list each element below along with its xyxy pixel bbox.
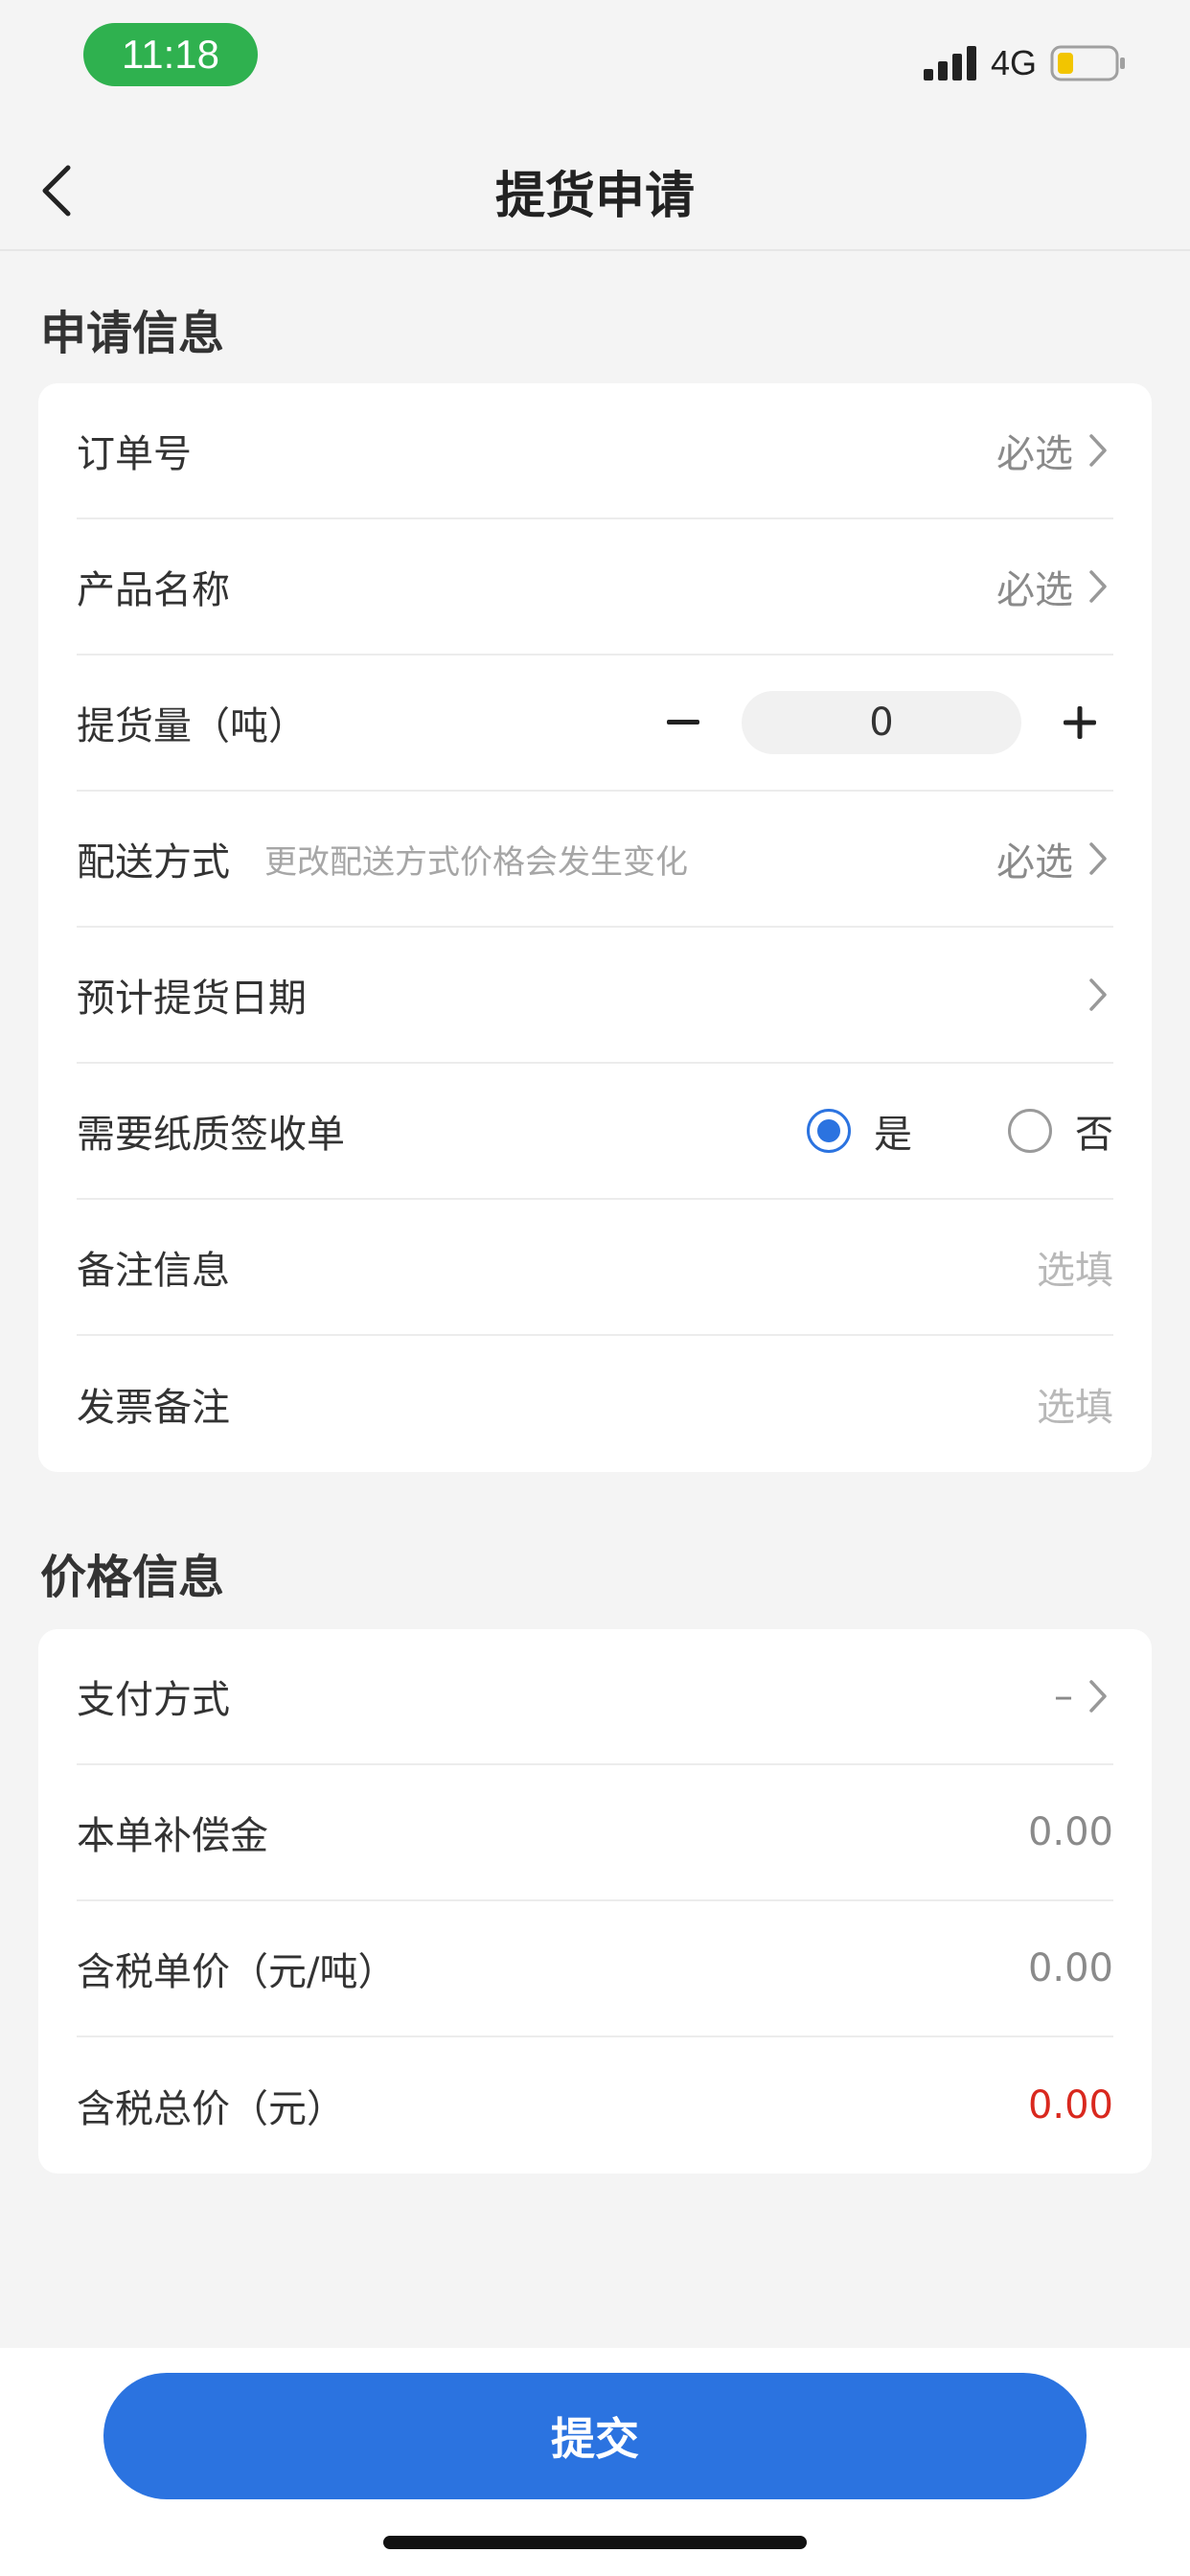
delivery-value: 必选 [996,840,1073,885]
quantity-stepper: 0 [650,689,1113,756]
chevron-right-icon [1088,567,1113,606]
price-section-title: 价格信息 [40,1551,225,1604]
invoice-remark-label: 发票备注 [77,1386,230,1430]
invoice-remark-row[interactable]: 发票备注 选填 [77,1336,1113,1472]
total-price-row: 含税总价（元） 0.00 [77,2037,1113,2174]
payment-value: – [1054,1674,1073,1718]
minus-icon [667,720,699,724]
chevron-right-icon [1088,1677,1113,1715]
delivery-label: 配送方式 [77,840,230,885]
network-label: 4G [990,43,1037,82]
chevron-right-icon [1088,840,1113,878]
plus-icon [1064,706,1096,739]
radio-yes-label: 是 [874,1113,912,1157]
status-bar: 11:18 4G [0,0,1190,115]
apply-section-title: 申请信息 [40,307,225,360]
compensation-value: 0.00 [1027,1810,1113,1854]
product-name-row[interactable]: 产品名称 必选 [77,519,1113,656]
delivery-row[interactable]: 配送方式 更改配送方式价格会发生变化 必选 [77,792,1113,928]
compensation-row: 本单补偿金 0.00 [77,1765,1113,1901]
submit-button[interactable]: 提交 [103,2373,1087,2499]
remark-input[interactable]: 选填 [1037,1239,1113,1295]
chevron-right-icon [1088,976,1113,1014]
quantity-label: 提货量（吨） [77,704,307,748]
remark-label: 备注信息 [77,1249,230,1293]
bottom-bar: 提交 [0,2348,1190,2576]
compensation-label: 本单补偿金 [77,1814,268,1858]
home-indicator [383,2536,807,2549]
remark-row[interactable]: 备注信息 选填 [77,1200,1113,1336]
paper-receipt-label: 需要纸质签收单 [77,1113,345,1157]
radio-yes[interactable]: 是 [807,1103,912,1159]
total-price-value: 0.00 [1027,2083,1113,2128]
invoice-remark-input[interactable]: 选填 [1037,1376,1113,1432]
paper-receipt-row: 需要纸质签收单 是 否 [77,1064,1113,1200]
increase-button[interactable] [1046,689,1113,756]
payment-row[interactable]: 支付方式 – [77,1629,1113,1765]
order-no-label: 订单号 [77,432,192,476]
unit-price-row: 含税单价（元/吨） 0.00 [77,1901,1113,2037]
status-time: 11:18 [83,23,258,86]
signal-icon [923,46,976,80]
product-name-value: 必选 [996,568,1073,612]
chevron-right-icon [1088,431,1113,470]
paper-receipt-radio-group: 是 否 [807,1103,1113,1159]
decrease-button[interactable] [650,689,717,756]
price-card: 支付方式 – 本单补偿金 0.00 含税单价（元/吨） 0.00 含税总价（元）… [38,1629,1152,2174]
payment-label: 支付方式 [77,1678,230,1722]
unit-price-label: 含税单价（元/吨） [77,1950,397,1994]
page-title: 提货申请 [494,168,695,225]
pickup-date-row[interactable]: 预计提货日期 [77,928,1113,1064]
radio-unchecked-icon [1008,1109,1052,1153]
status-icons: 4G [923,42,1127,84]
quantity-row: 提货量（吨） 0 [77,656,1113,792]
order-no-row[interactable]: 订单号 必选 [77,383,1113,519]
nav-bar: 提货申请 [0,134,1190,251]
delivery-hint: 更改配送方式价格会发生变化 [264,842,688,882]
total-price-label: 含税总价（元） [77,2087,345,2131]
apply-card: 订单号 必选 产品名称 必选 提货量（吨） 0 配送方式 更改配送方式价格会发生… [38,383,1152,1472]
radio-no-label: 否 [1075,1113,1113,1157]
unit-price-value: 0.00 [1027,1946,1113,1990]
radio-checked-icon [807,1109,851,1153]
quantity-input[interactable]: 0 [742,691,1021,754]
order-no-value: 必选 [996,432,1073,476]
product-name-label: 产品名称 [77,568,230,612]
battery-icon [1050,45,1125,81]
pickup-date-label: 预计提货日期 [77,977,307,1021]
radio-no[interactable]: 否 [1008,1103,1113,1159]
